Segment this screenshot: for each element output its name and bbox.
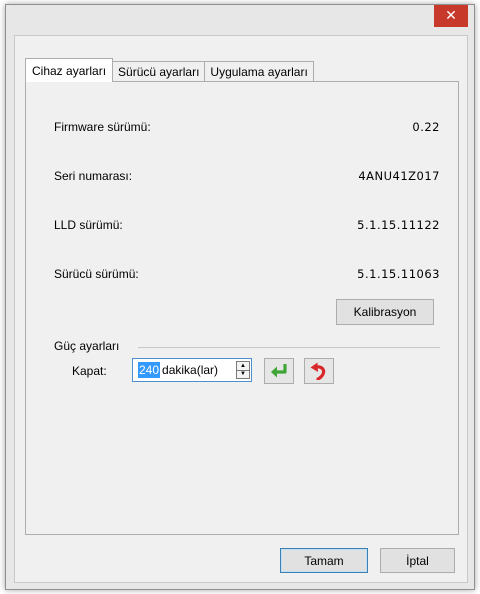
serial-label: Seri numarası: (54, 169, 133, 183)
apply-button[interactable] (264, 358, 294, 384)
tab-cihaz-ayarlari[interactable]: Cihaz ayarları (25, 58, 114, 82)
spin-down-icon[interactable]: ▼ (237, 369, 249, 379)
power-off-value[interactable]: 240 (138, 362, 161, 378)
driver-row: Sürücü sürümü: 5.1.15.11063 (54, 267, 440, 281)
firmware-label: Firmware sürümü: (54, 120, 151, 134)
driver-label: Sürücü sürümü: (54, 267, 139, 281)
close-icon: ✕ (445, 8, 457, 24)
driver-value: 5.1.15.11063 (357, 267, 440, 281)
firmware-row: Firmware sürümü: 0.22 (54, 120, 440, 134)
device-settings-panel: Firmware sürümü: 0.22 Seri numarası: 4AN… (25, 81, 459, 535)
reset-button[interactable] (304, 358, 334, 384)
tab-uygulama-ayarlari[interactable]: Uygulama ayarları (204, 61, 314, 82)
cancel-button[interactable]: İptal (380, 548, 455, 573)
spin-arrows[interactable]: ▲ ▼ (236, 361, 250, 379)
close-button[interactable]: ✕ (434, 5, 468, 27)
power-off-unit: dakika(lar) (162, 363, 219, 377)
dialog-body: Cihaz ayarları Sürücü ayarları Uygulama … (14, 35, 468, 583)
power-settings-label: Güç ayarları (54, 339, 120, 353)
ok-button[interactable]: Tamam (280, 548, 368, 573)
calibration-button[interactable]: Kalibrasyon (336, 299, 434, 325)
tab-surucu-ayarlari[interactable]: Sürücü ayarları (112, 61, 206, 82)
green-enter-arrow-icon (271, 364, 287, 378)
serial-value: 4ANU41Z017 (358, 169, 440, 183)
power-off-spinbox[interactable]: 240 dakika(lar) ▲ ▼ (132, 358, 252, 382)
lld-row: LLD sürümü: 5.1.15.11122 (54, 218, 440, 232)
lld-label: LLD sürümü: (54, 218, 123, 232)
firmware-value: 0.22 (412, 120, 440, 134)
settings-dialog: ✕ Cihaz ayarları Sürücü ayarları Uygulam… (5, 4, 475, 590)
serial-row: Seri numarası: 4ANU41Z017 (54, 169, 440, 183)
tab-strip: Cihaz ayarları Sürücü ayarları Uygulama … (25, 58, 314, 82)
power-settings-divider (138, 347, 440, 348)
spin-up-icon[interactable]: ▲ (237, 362, 249, 370)
power-off-label: Kapat: (72, 364, 107, 378)
lld-value: 5.1.15.11122 (357, 218, 440, 232)
red-undo-arrow-icon (310, 362, 326, 380)
